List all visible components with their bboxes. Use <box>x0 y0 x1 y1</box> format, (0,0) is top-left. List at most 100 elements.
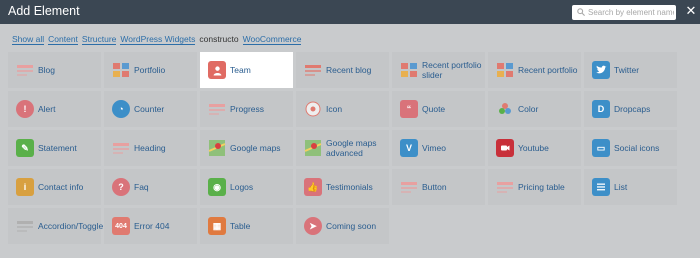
element-label: List <box>614 182 628 192</box>
element-label: Twitter <box>614 65 640 75</box>
element-tile-team[interactable]: Team <box>200 52 293 88</box>
element-label: Alert <box>38 104 56 114</box>
dialog-header: Add Element ✕ <box>0 0 700 24</box>
logos-icon: ◉ <box>208 178 226 196</box>
color-icon <box>496 100 514 118</box>
dialog-title: Add Element <box>8 4 80 18</box>
faq-icon: ? <box>112 178 130 196</box>
element-label: Portfolio <box>134 65 166 75</box>
filter-tabs: Show all Content Structure WordPress Widget… <box>12 34 305 45</box>
element-tile-google-maps-advanced[interactable]: Google maps advanced <box>296 130 389 166</box>
contact-info-icon: i <box>16 178 34 196</box>
element-tile-testimonials[interactable]: 👍 Testimonials <box>296 169 389 205</box>
search-box[interactable] <box>572 5 676 20</box>
vimeo-icon: V <box>400 139 418 157</box>
element-tile-progress[interactable]: Progress <box>200 91 293 127</box>
button-icon <box>400 178 418 196</box>
element-label: Counter <box>134 104 165 114</box>
element-tile-alert[interactable]: ! Alert <box>8 91 101 127</box>
dropcaps-icon: D <box>592 100 610 118</box>
element-label: Color <box>518 104 539 114</box>
table-icon: ▦ <box>208 217 226 235</box>
youtube-icon <box>496 139 514 157</box>
icon-icon <box>304 100 322 118</box>
element-tile-google-maps[interactable]: Google maps <box>200 130 293 166</box>
element-label: Dropcaps <box>614 104 651 114</box>
element-tile-portfolio[interactable]: Portfolio <box>104 52 197 88</box>
element-label: Faq <box>134 182 149 192</box>
element-label: Heading <box>134 143 166 153</box>
pricing-table-icon <box>496 178 514 196</box>
element-tile-error-404[interactable]: 404 Error 404 <box>104 208 197 244</box>
element-label: Button <box>422 182 447 192</box>
element-label: Google maps <box>230 143 281 153</box>
element-label: Progress <box>230 104 265 114</box>
element-tile-pricing-table[interactable]: Pricing table <box>488 169 581 205</box>
element-label: Recent portfolio <box>518 65 578 75</box>
element-label: Recent blog <box>326 65 372 75</box>
close-icon[interactable]: ✕ <box>684 3 698 19</box>
element-tile-contact-info[interactable]: i Contact info <box>8 169 101 205</box>
element-label: Coming soon <box>326 221 377 231</box>
filter-tab-structure[interactable]: Structure <box>81 34 117 45</box>
recent-portfolio-icon <box>496 61 514 79</box>
element-label: Error 404 <box>134 221 170 231</box>
element-tile-youtube[interactable]: Youtube <box>488 130 581 166</box>
element-tile-list[interactable]: List <box>584 169 677 205</box>
counter-icon: ◔ <box>112 100 130 118</box>
element-label: Statement <box>38 143 77 153</box>
social-icons-icon: ▭ <box>592 139 610 157</box>
twitter-icon <box>592 61 610 79</box>
element-tile-heading[interactable]: Heading <box>104 130 197 166</box>
element-tile-blog[interactable]: Blog <box>8 52 101 88</box>
element-tile-quote[interactable]: “ Quote <box>392 91 485 127</box>
element-tile-statement[interactable]: ✎ Statement <box>8 130 101 166</box>
list-icon <box>592 178 610 196</box>
element-label: Blog <box>38 65 56 75</box>
team-icon <box>208 61 226 79</box>
element-tile-dropcaps[interactable]: D Dropcaps <box>584 91 677 127</box>
element-label: Testimonials <box>326 182 373 192</box>
error-404-icon: 404 <box>112 217 130 235</box>
heading-icon <box>112 139 130 157</box>
element-tile-faq[interactable]: ? Faq <box>104 169 197 205</box>
filter-tab-content[interactable]: Content <box>48 34 78 45</box>
element-label: Quote <box>422 104 446 114</box>
element-tile-recent-portfolio[interactable]: Recent portfolio <box>488 52 581 88</box>
element-label: Accordion/Toggle <box>38 221 104 231</box>
recent-blog-icon <box>304 61 322 79</box>
element-label: Vimeo <box>422 143 446 153</box>
element-label: Logos <box>230 182 254 192</box>
search-input[interactable] <box>588 5 674 20</box>
filter-tab-woocommerce[interactable]: WooCommerce <box>242 34 302 45</box>
add-element-dialog: Add Element ✕ Show allContentStructureWo… <box>0 0 700 258</box>
element-tile-icon[interactable]: Icon <box>296 91 389 127</box>
filter-tab-show-all[interactable]: Show all <box>12 34 45 45</box>
element-label: Social icons <box>614 143 660 153</box>
element-label: Table <box>230 221 251 231</box>
statement-icon: ✎ <box>16 139 34 157</box>
element-label: Recent portfolio slider <box>422 60 482 80</box>
element-tile-accordion-toggle[interactable]: Accordion/Toggle <box>8 208 104 244</box>
element-tile-recent-blog[interactable]: Recent blog <box>296 52 389 88</box>
progress-icon <box>208 100 226 118</box>
element-tile-color[interactable]: Color <box>488 91 581 127</box>
element-tile-coming-soon[interactable]: ➤ Coming soon <box>296 208 389 244</box>
element-tile-button[interactable]: Button <box>392 169 485 205</box>
element-tile-vimeo[interactable]: V Vimeo <box>392 130 485 166</box>
element-tile-twitter[interactable]: Twitter <box>584 52 677 88</box>
element-tile-recent-portfolio-slider[interactable]: Recent portfolio slider <box>392 52 485 88</box>
search-icon <box>577 8 585 16</box>
accordion-toggle-icon <box>16 217 34 235</box>
element-label: Icon <box>326 104 343 114</box>
filter-tab-constructo[interactable]: constructo <box>199 34 238 44</box>
element-label: Contact info <box>38 182 84 192</box>
element-tile-table[interactable]: ▦ Table <box>200 208 293 244</box>
element-tile-logos[interactable]: ◉ Logos <box>200 169 293 205</box>
element-tile-social-icons[interactable]: ▭ Social icons <box>584 130 677 166</box>
filter-tab-wordpress-widgets[interactable]: WordPress Widgets <box>120 34 196 45</box>
element-label: Team <box>230 65 251 75</box>
portfolio-icon <box>112 61 130 79</box>
google-maps-icon <box>208 139 226 157</box>
element-tile-counter[interactable]: ◔ Counter <box>104 91 197 127</box>
